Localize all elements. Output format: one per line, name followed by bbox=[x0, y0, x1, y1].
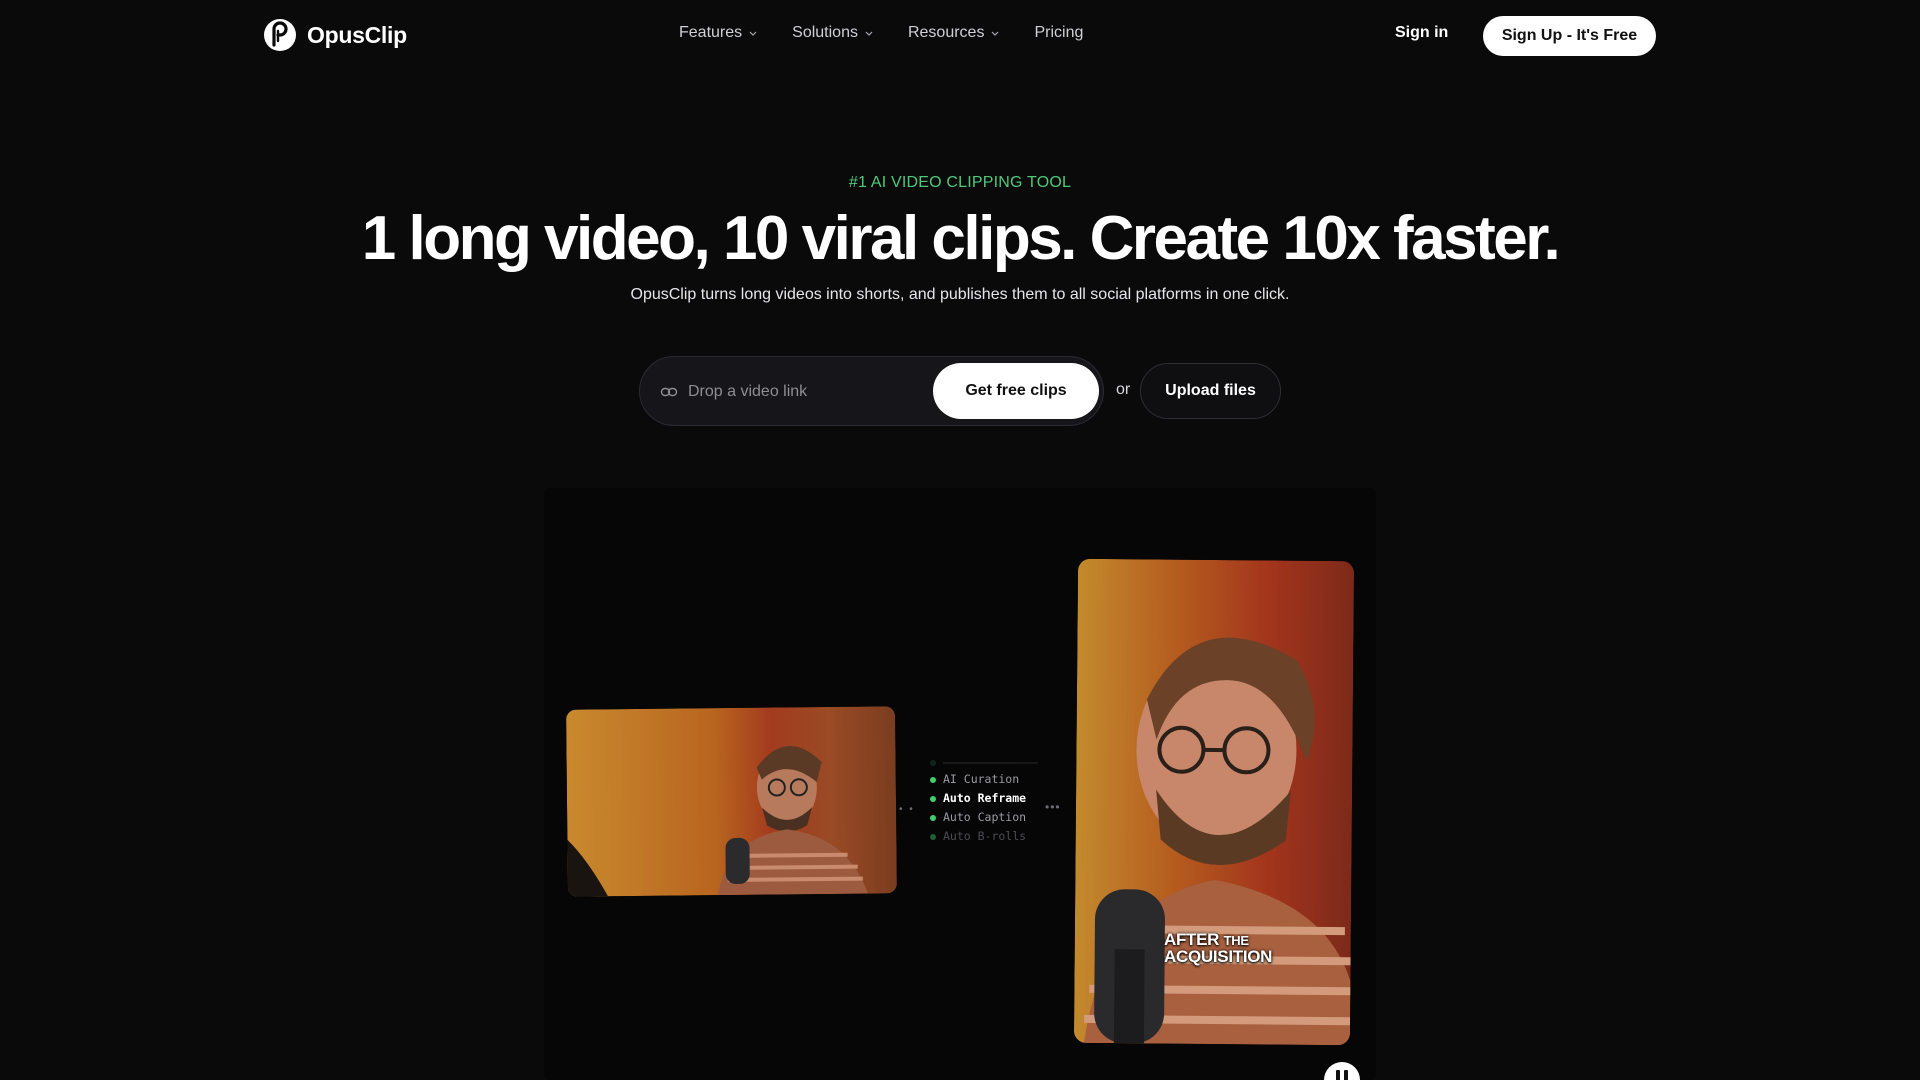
connector-dots-right: ••• bbox=[1045, 800, 1061, 814]
feature-dot bbox=[930, 776, 936, 783]
feature-label: Auto Reframe bbox=[943, 791, 1027, 805]
connector-dots-left: • • bbox=[899, 804, 915, 815]
feature-label-faded bbox=[943, 762, 1038, 764]
nav-features[interactable]: Features bbox=[679, 24, 758, 42]
get-free-clips-button[interactable]: Get free clips bbox=[933, 363, 1099, 419]
feature-item: Auto Caption bbox=[930, 808, 1038, 827]
nav-resources[interactable]: Resources bbox=[908, 24, 1000, 42]
feature-dot bbox=[930, 795, 936, 802]
feature-dot bbox=[930, 760, 936, 766]
source-video-thumbnail bbox=[566, 706, 897, 897]
video-link-form: Get free clips bbox=[639, 356, 1104, 426]
feature-list: AI Curation Auto Reframe Auto Caption Au… bbox=[930, 756, 1038, 846]
sign-in-link[interactable]: Sign in bbox=[1395, 24, 1448, 42]
or-separator: or bbox=[1116, 381, 1131, 398]
link-icon bbox=[660, 387, 678, 397]
top-nav: OpusClip Features Solutions Resources Pr… bbox=[0, 0, 1920, 72]
chevron-down-icon bbox=[865, 31, 873, 36]
nav-solutions[interactable]: Solutions bbox=[792, 24, 874, 42]
nav-solutions-label: Solutions bbox=[792, 24, 858, 41]
nav-pricing-label: Pricing bbox=[1034, 24, 1084, 41]
feature-label: Auto Caption bbox=[943, 810, 1027, 824]
clip-caption: AFTER THE ACQUISITION bbox=[1164, 931, 1273, 966]
hero-subheadline: OpusClip turns long videos into shorts, … bbox=[630, 286, 1290, 303]
opusclip-logo-icon bbox=[264, 19, 296, 51]
reframed-short-clip bbox=[1073, 558, 1355, 1046]
feature-item-active: Auto Reframe bbox=[930, 789, 1038, 808]
feature-label: AI Curation bbox=[943, 772, 1020, 786]
upload-files-button[interactable]: Upload files bbox=[1140, 363, 1281, 419]
nav-resources-label: Resources bbox=[907, 24, 985, 41]
feature-item-hidden bbox=[930, 756, 1038, 770]
brand-name: OpusClip bbox=[307, 21, 407, 48]
caption-small-word: THE bbox=[1223, 933, 1249, 948]
hero-eyebrow: #1 AI VIDEO CLIPPING TOOL bbox=[848, 174, 1072, 191]
pause-icon bbox=[1344, 1070, 1348, 1080]
nav-pricing[interactable]: Pricing bbox=[1034, 24, 1083, 42]
nav-features-label: Features bbox=[679, 24, 743, 41]
video-link-input[interactable] bbox=[688, 379, 918, 405]
feature-item: AI Curation bbox=[930, 770, 1038, 789]
nav-links: Features Solutions Resources Pricing bbox=[679, 24, 1083, 42]
sign-up-button[interactable]: Sign Up - It's Free bbox=[1483, 16, 1656, 56]
feature-label: Auto B-rolls bbox=[943, 829, 1027, 843]
pause-icon bbox=[1336, 1070, 1340, 1080]
feature-item: Auto B-rolls bbox=[930, 827, 1038, 846]
feature-dot bbox=[930, 833, 936, 840]
chevron-down-icon bbox=[992, 31, 999, 36]
caption-line-2: ACQUISITION bbox=[1164, 947, 1273, 966]
brand-logo[interactable]: OpusClip bbox=[263, 18, 407, 52]
feature-dot bbox=[930, 814, 936, 821]
chevron-down-icon bbox=[749, 31, 757, 36]
hero-headline: 1 long video, 10 viral clips. Create 10x… bbox=[361, 204, 1561, 273]
